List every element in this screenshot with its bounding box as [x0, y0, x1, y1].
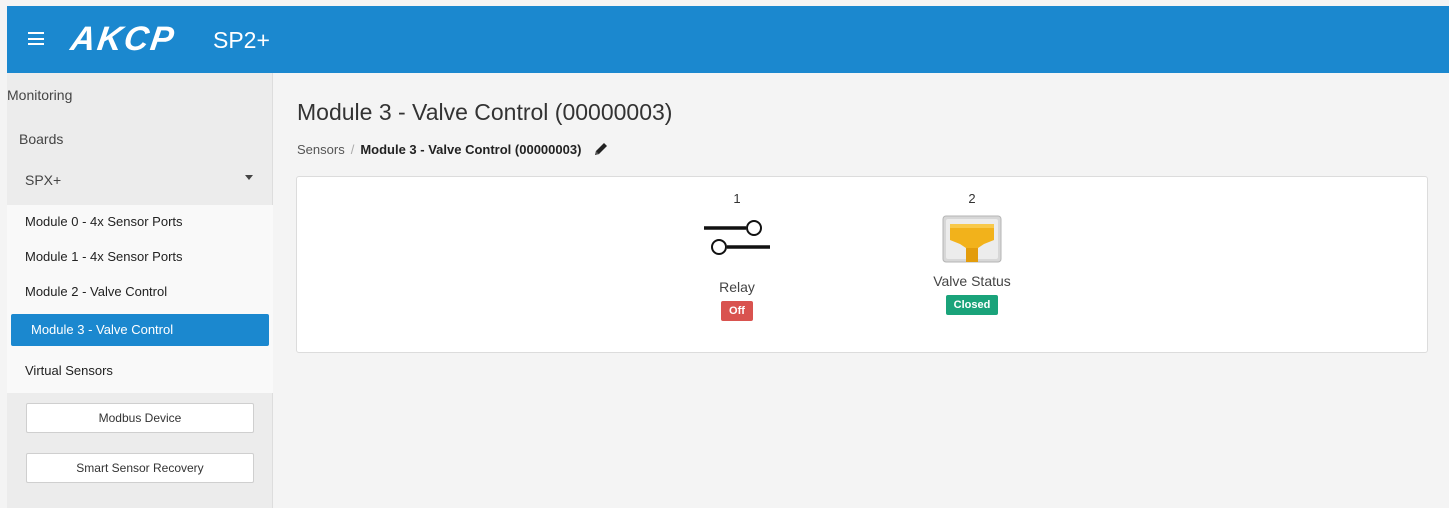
status-badge: Closed: [945, 295, 999, 315]
sidebar-item-module-0[interactable]: Module 0 - 4x Sensor Ports: [25, 214, 183, 229]
page-title: Module 3 - Valve Control (00000003): [297, 99, 673, 125]
menu-icon[interactable]: [28, 32, 44, 45]
breadcrumb: Sensors / Module 3 - Valve Control (0000…: [297, 141, 609, 157]
relay-switch-icon: [704, 220, 770, 255]
sidebar-item-label: Module 3 - Valve Control: [31, 322, 174, 337]
board-dropdown[interactable]: SPX+: [7, 163, 273, 205]
app-frame: AKCP SP2+ Monitoring Boards SPX+ Module …: [7, 6, 1449, 508]
sidebar-item-module-2[interactable]: Module 2 - Valve Control: [25, 284, 167, 299]
sensor-card-valve-status[interactable]: 2 Valve Status Closed: [917, 191, 1027, 315]
module-list: Module 0 - 4x Sensor Ports Module 1 - 4x…: [7, 205, 273, 393]
brand-logo[interactable]: AKCP: [68, 20, 178, 59]
smart-sensor-recovery-button[interactable]: Smart Sensor Recovery: [26, 453, 254, 483]
sensor-number: 2: [968, 191, 976, 206]
sidebar-item-module-1[interactable]: Module 1 - 4x Sensor Ports: [25, 249, 183, 264]
pencil-icon[interactable]: [593, 141, 609, 157]
sidebar-monitoring[interactable]: Monitoring: [7, 87, 72, 103]
product-name: SP2+: [213, 27, 270, 53]
top-bar: AKCP SP2+: [7, 6, 1449, 73]
sidebar-boards[interactable]: Boards: [19, 131, 63, 147]
sensor-name: Valve Status: [933, 273, 1011, 289]
breadcrumb-current: Module 3 - Valve Control (00000003): [360, 141, 582, 157]
chevron-down-icon: [245, 175, 253, 180]
sensor-name: Relay: [719, 279, 755, 295]
breadcrumb-root[interactable]: Sensors: [297, 142, 345, 157]
sensor-number: 1: [733, 191, 741, 206]
breadcrumb-separator: /: [350, 141, 355, 157]
sidebar: Monitoring Boards SPX+ Module 0 - 4x Sen…: [7, 73, 273, 508]
status-badge: Off: [721, 301, 753, 321]
modbus-device-button[interactable]: Modbus Device: [26, 403, 254, 433]
valve-icon: [942, 215, 1002, 263]
sidebar-item-module-3[interactable]: Module 3 - Valve Control: [11, 314, 269, 346]
sidebar-item-virtual-sensors[interactable]: Virtual Sensors: [25, 363, 113, 378]
board-dropdown-label: SPX+: [25, 172, 62, 188]
sensor-card-relay[interactable]: 1 Relay Off: [702, 191, 772, 321]
sensor-panel: 1 Relay Off 2 Valve Status Closed: [296, 176, 1428, 353]
